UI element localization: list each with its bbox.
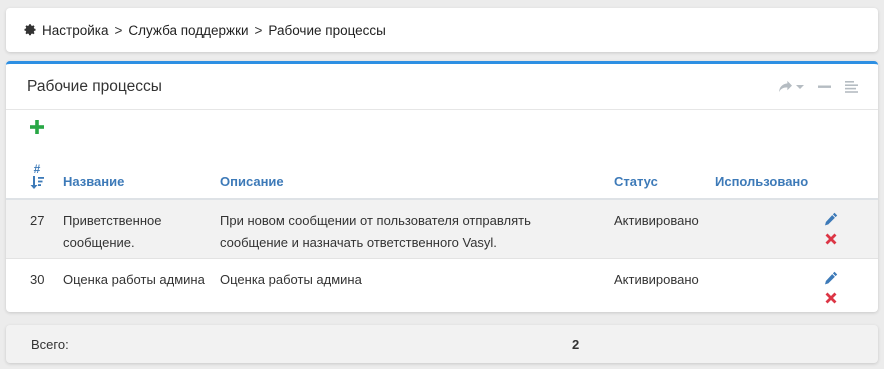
row-actions [824, 258, 878, 315]
sort-desc-icon[interactable] [30, 176, 44, 189]
row-id: 30 [30, 271, 45, 287]
total-label: Всего: [31, 336, 69, 352]
breadcrumb-item-workflows: Рабочие процессы [268, 22, 386, 38]
panel-title: Рабочие процессы [27, 77, 162, 95]
pencil-icon[interactable] [824, 212, 838, 226]
table-row: 27 Приветственное сообщение. При новом с… [6, 199, 878, 259]
share-icon [779, 80, 792, 93]
row-description: Оценка работы админа [220, 258, 614, 315]
row-description: При новом сообщении от пользователя отпр… [220, 199, 614, 259]
row-used [715, 258, 824, 315]
row-actions [824, 199, 878, 259]
row-description-line: При новом сообщении от пользователя отпр… [220, 213, 531, 228]
column-header-name[interactable]: Название [63, 148, 220, 200]
row-description-line: Оценка работы админа [220, 271, 362, 287]
table-header-row: # Название Описание Статус Использовано [6, 148, 878, 200]
row-name-line: Приветственное [63, 213, 162, 228]
row-name-line: сообщение. [63, 235, 135, 250]
row-status: Активировано [614, 199, 715, 259]
column-id-label: # [33, 162, 41, 176]
times-icon[interactable] [824, 232, 838, 246]
row-name: Приветственное сообщение. [63, 199, 220, 259]
minimize-icon [818, 85, 831, 88]
column-header-id[interactable]: # [6, 148, 63, 200]
workflows-table: # Название Описание Статус Использовано [6, 148, 878, 315]
column-header-used[interactable]: Использовано [715, 148, 824, 200]
breadcrumb-separator: > [254, 22, 263, 38]
row-used [715, 199, 824, 259]
times-icon[interactable] [824, 291, 838, 305]
table-row: 30 Оценка работы админа Оценка работы ад… [6, 258, 878, 315]
align-icon [845, 81, 858, 93]
gear-icon [24, 24, 36, 36]
row-status: Активировано [614, 271, 699, 287]
collapse-button[interactable] [818, 80, 831, 93]
pencil-icon[interactable] [824, 271, 838, 285]
caret-down-icon [796, 84, 804, 89]
panel-tools [778, 80, 858, 93]
column-header-status[interactable]: Статус [614, 148, 715, 200]
breadcrumb-card: Настройка > Служба поддержки > Рабочие п… [6, 8, 878, 52]
align-button[interactable] [845, 80, 858, 93]
row-description-line: сообщение и назначать ответственного Vas… [220, 235, 497, 250]
breadcrumb-item-settings[interactable]: Настройка [42, 23, 108, 38]
breadcrumb-item-support[interactable]: Служба поддержки [128, 23, 248, 38]
share-dropdown-button[interactable] [778, 80, 804, 93]
column-header-actions [824, 148, 878, 200]
row-name: Оценка работы админа [63, 258, 220, 315]
panel-header: Рабочие процессы [6, 64, 878, 110]
add-workflow-button[interactable] [30, 120, 44, 134]
workflows-panel: Рабочие процессы # Название Описание Ста… [6, 61, 878, 312]
row-id: 27 [6, 199, 63, 259]
row-name-line: Оценка работы админа [63, 271, 205, 287]
breadcrumb-separator: > [114, 22, 123, 38]
total-value: 2 [572, 336, 580, 352]
totals-bar: Всего: 2 [6, 325, 878, 363]
breadcrumb: Настройка > Служба поддержки > Рабочие п… [6, 8, 878, 52]
column-header-description[interactable]: Описание [220, 148, 614, 200]
